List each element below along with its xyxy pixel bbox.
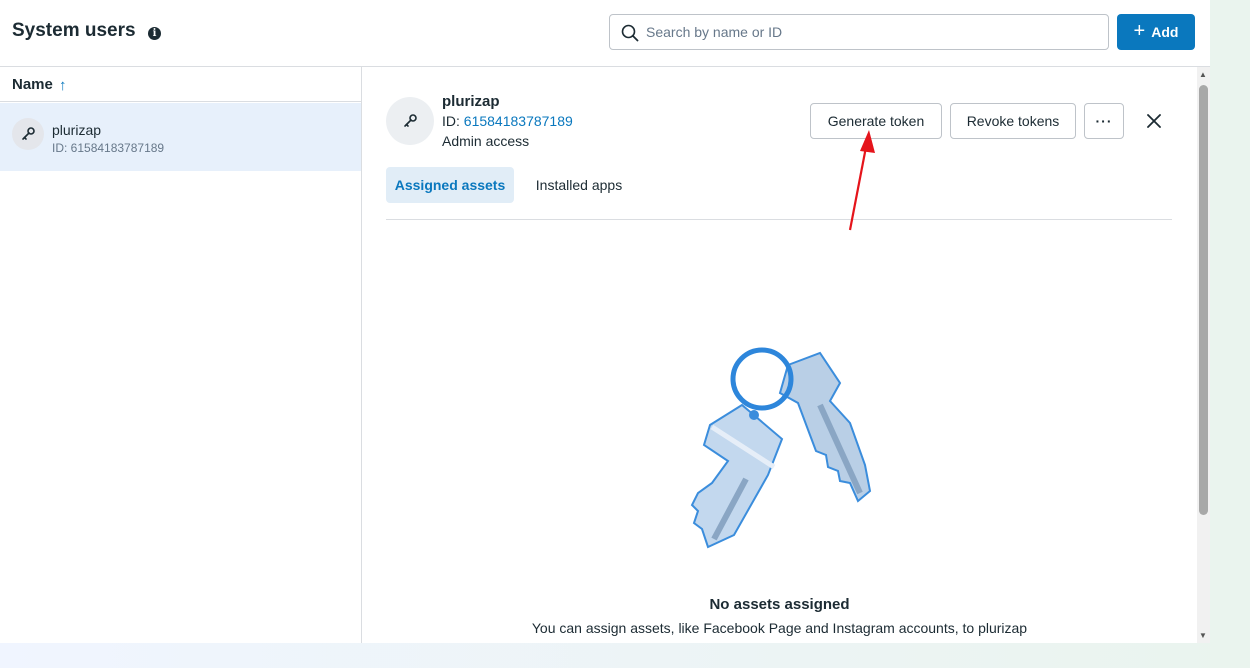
user-id: ID: 61584183787189	[52, 141, 165, 155]
search-icon	[621, 24, 639, 42]
detail-user-id: ID: 61584183787189	[442, 113, 573, 129]
tab-installed-apps[interactable]: Installed apps	[522, 167, 636, 203]
user-name: plurizap	[52, 122, 102, 138]
search-box[interactable]	[609, 14, 1109, 50]
more-options-button[interactable]: ···	[1084, 103, 1124, 139]
scroll-up-icon[interactable]: ▲	[1199, 70, 1207, 79]
page-title: System users	[12, 20, 136, 41]
revoke-tokens-button[interactable]: Revoke tokens	[950, 103, 1076, 139]
arrow-up-icon[interactable]: ↑	[59, 77, 67, 94]
keys-illustration	[690, 347, 872, 549]
annotation-arrow-icon	[848, 130, 875, 231]
scrollbar-thumb[interactable]	[1199, 85, 1208, 515]
scroll-down-icon[interactable]: ▼	[1199, 631, 1207, 640]
app-window: System users i + Add Name ↑	[0, 0, 1210, 643]
add-button[interactable]: + Add	[1117, 14, 1195, 50]
list-item[interactable]: plurizap ID: 61584183787189	[0, 103, 361, 171]
name-column-label: Name	[12, 76, 53, 93]
info-icon[interactable]: i	[148, 27, 161, 40]
add-button-label: Add	[1151, 24, 1179, 40]
user-detail-panel: plurizap ID: 61584183787189 Admin access…	[362, 67, 1197, 643]
close-icon[interactable]	[1142, 109, 1166, 133]
tab-assigned-assets[interactable]: Assigned assets	[386, 167, 514, 203]
empty-state-title: No assets assigned	[709, 596, 850, 613]
avatar	[386, 97, 434, 145]
key-icon	[22, 127, 35, 140]
search-input[interactable]	[646, 15, 1096, 49]
detail-user-name: plurizap	[442, 93, 500, 110]
avatar	[12, 118, 44, 150]
id-link[interactable]: 61584183787189	[464, 113, 573, 129]
id-prefix: ID:	[442, 113, 464, 129]
detail-tabs: Assigned assets Installed apps	[386, 167, 1172, 220]
empty-state-description: You can assign assets, like Facebook Pag…	[531, 620, 1028, 636]
name-column-header[interactable]: Name ↑	[0, 67, 361, 102]
users-list-panel: Name ↑ plurizap ID: 61584183787189	[0, 67, 362, 643]
scrollbar[interactable]: ▲ ▼	[1197, 67, 1210, 643]
page-header: System users i + Add	[0, 0, 1210, 67]
access-level: Admin access	[442, 133, 530, 149]
key-icon	[404, 114, 417, 127]
plus-icon: +	[1133, 20, 1146, 42]
